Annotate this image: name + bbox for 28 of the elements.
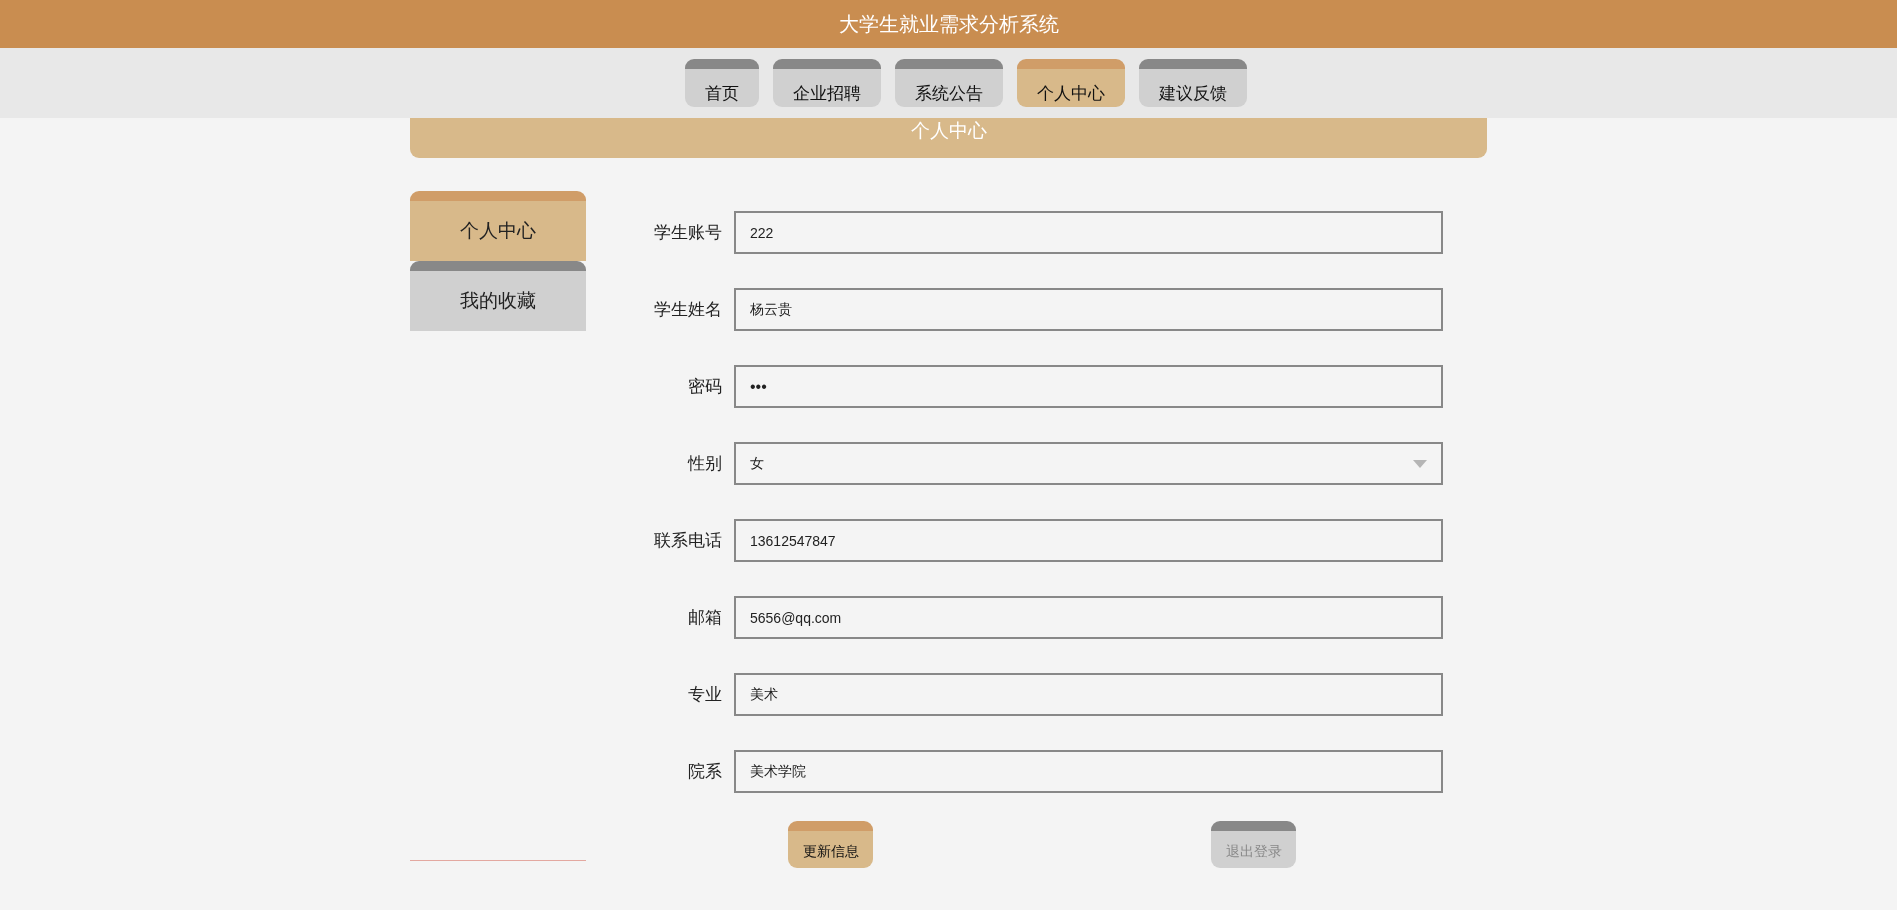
field-label: 邮箱 — [687, 606, 723, 629]
field-label: 专业 — [687, 683, 723, 706]
input-field[interactable]: 美术 — [734, 673, 1443, 716]
input-field[interactable]: 杨云贵 — [734, 288, 1443, 331]
nav-tab[interactable]: 企业招聘 — [772, 59, 881, 107]
caret-icon — [1413, 459, 1427, 468]
password-field[interactable]: ••• — [734, 365, 1443, 408]
sidebar-item[interactable]: 个人中心 — [410, 191, 586, 261]
field-label: 学生姓名 — [653, 298, 723, 321]
field-label: 密码 — [687, 375, 723, 398]
nav-tab[interactable]: 个人中心 — [1016, 59, 1125, 107]
sidebar-item[interactable]: 我的收藏 — [410, 261, 586, 331]
input-field[interactable]: 5656@qq.com — [734, 596, 1443, 639]
input-field[interactable]: 222 — [734, 211, 1443, 254]
update-button[interactable]: 更新信息 — [788, 821, 873, 868]
panel-title: 个人中心 — [910, 118, 987, 142]
input-field[interactable]: 美术学院 — [734, 750, 1443, 793]
field-label: 学生账号 — [653, 221, 723, 244]
input-field[interactable]: 13612547847 — [734, 519, 1443, 562]
field-label: 性别 — [686, 452, 723, 475]
nav-tab[interactable]: 系统公告 — [894, 59, 1003, 107]
nav-tab[interactable]: 建议反馈 — [1138, 59, 1247, 107]
field-label: 院系 — [687, 760, 723, 783]
nav-tab[interactable]: 首页 — [684, 59, 759, 107]
select-field[interactable]: 女 — [734, 442, 1443, 485]
site-title: 大学生就业需求分析系统 — [838, 10, 1059, 38]
select-value: 女 — [750, 454, 764, 473]
field-label: 联系电话 — [653, 529, 723, 552]
